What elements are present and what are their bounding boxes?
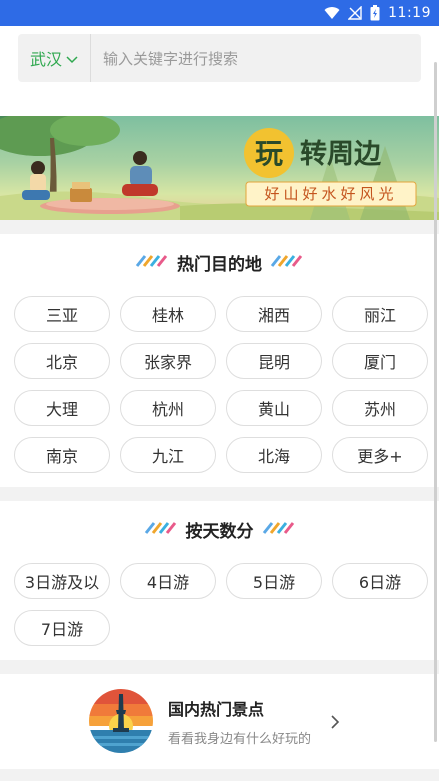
hot-destinations-section: 热门目的地 三亚 桂林 湘西 丽江 北京 张家界 昆明 厦门 大理 杭州 黄山 … bbox=[0, 234, 439, 487]
hot-destinations-title: 热门目的地 bbox=[177, 254, 262, 275]
destination-chip[interactable]: 昆明 bbox=[226, 343, 322, 379]
destination-chip[interactable]: 苏州 bbox=[332, 390, 428, 426]
days-chip[interactable]: 6日游 bbox=[332, 563, 428, 599]
days-chip[interactable]: 3日游及以 bbox=[14, 563, 110, 599]
chevron-right-icon bbox=[330, 714, 340, 734]
hot-destinations-grid: 三亚 桂林 湘西 丽江 北京 张家界 昆明 厦门 大理 杭州 黄山 苏州 南京 … bbox=[0, 290, 439, 487]
stripes-right-icon bbox=[262, 520, 296, 539]
hot-destinations-header: 热门目的地 bbox=[0, 234, 439, 290]
days-chip[interactable]: 4日游 bbox=[120, 563, 216, 599]
domestic-spots-title: 国内热门景点 bbox=[168, 700, 265, 719]
domestic-spots-subtitle: 看看我身边有什么好玩的 bbox=[168, 732, 312, 747]
domestic-spots-text: 国内热门景点 看看我身边有什么好玩的 bbox=[168, 696, 311, 747]
banner-illustration: 玩 转周边 好山好水好风光 bbox=[0, 116, 439, 220]
banner-title-char: 玩 bbox=[255, 137, 283, 170]
days-section: 按天数分 3日游及以 4日游 5日游 6日游 7日游 bbox=[0, 501, 439, 660]
search-area: 武汉 输入关键字进行搜索 bbox=[0, 26, 439, 116]
city-label: 武汉 bbox=[30, 50, 63, 69]
destination-chip[interactable]: 丽江 bbox=[332, 296, 428, 332]
city-selector[interactable]: 武汉 bbox=[18, 34, 92, 82]
days-header: 按天数分 bbox=[0, 501, 439, 557]
destination-chip[interactable]: 厦门 bbox=[332, 343, 428, 379]
destination-chip[interactable]: 北京 bbox=[14, 343, 110, 379]
chevron-down-icon bbox=[66, 49, 78, 68]
destination-chip[interactable]: 湘西 bbox=[226, 296, 322, 332]
days-chip[interactable]: 7日游 bbox=[14, 610, 110, 646]
destination-chip[interactable]: 北海 bbox=[226, 437, 322, 473]
sunset-tower-icon bbox=[88, 688, 154, 758]
scrollbar[interactable] bbox=[434, 62, 437, 742]
banner-title: 转周边 bbox=[300, 139, 382, 170]
days-chip[interactable]: 5日游 bbox=[226, 563, 322, 599]
days-grid: 3日游及以 4日游 5日游 6日游 7日游 bbox=[0, 557, 439, 660]
destination-chip[interactable]: 黄山 bbox=[226, 390, 322, 426]
domestic-spots-card[interactable]: 国内热门景点 看看我身边有什么好玩的 bbox=[0, 674, 439, 769]
destination-chip[interactable]: 桂林 bbox=[120, 296, 216, 332]
stripes-left-icon bbox=[144, 520, 178, 539]
banner-subtitle: 好山好水好风光 bbox=[264, 185, 397, 203]
promo-banner[interactable]: 玩 转周边 好山好水好风光 bbox=[0, 116, 439, 220]
stripes-left-icon bbox=[135, 253, 169, 272]
search-input[interactable]: 输入关键字进行搜索 bbox=[91, 48, 238, 69]
destination-chip[interactable]: 杭州 bbox=[120, 390, 216, 426]
destination-chip[interactable]: 张家界 bbox=[120, 343, 216, 379]
status-time: 11:19 bbox=[388, 5, 431, 21]
destination-chip[interactable]: 大理 bbox=[14, 390, 110, 426]
wifi-icon bbox=[324, 6, 340, 20]
battery-icon bbox=[370, 5, 380, 21]
destination-chip[interactable]: 南京 bbox=[14, 437, 110, 473]
more-destinations-chip[interactable]: 更多+ bbox=[332, 437, 428, 473]
stripes-right-icon bbox=[270, 253, 304, 272]
search-bar: 武汉 输入关键字进行搜索 bbox=[18, 34, 421, 82]
days-title: 按天数分 bbox=[185, 521, 254, 542]
signal-off-icon bbox=[348, 6, 362, 20]
status-bar: 11:19 bbox=[0, 0, 439, 26]
destination-chip[interactable]: 九江 bbox=[120, 437, 216, 473]
destination-chip[interactable]: 三亚 bbox=[14, 296, 110, 332]
